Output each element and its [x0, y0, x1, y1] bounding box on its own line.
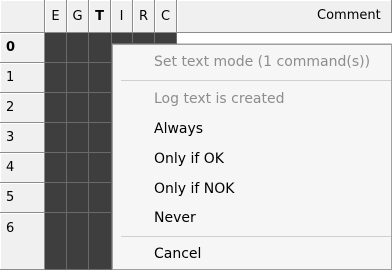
menu-item-never[interactable]: Never — [113, 204, 391, 232]
row-header-0[interactable]: 0 — [0, 33, 45, 63]
menu-item-always[interactable]: Always — [113, 115, 391, 143]
column-header-t-label: T — [95, 8, 104, 24]
grid-cell[interactable] — [89, 93, 112, 123]
grid-cell[interactable] — [89, 123, 112, 153]
corner-header[interactable] — [0, 0, 45, 33]
menu-item-cancel[interactable]: Cancel — [113, 240, 391, 268]
grid-cell[interactable] — [133, 33, 155, 44]
column-header-i[interactable]: I — [111, 0, 133, 33]
menu-item-only-if-nok[interactable]: Only if NOK — [113, 175, 391, 203]
menu-item-set-text-mode: Set text mode (1 command(s)) — [113, 48, 391, 76]
row-header-2-label: 2 — [6, 100, 15, 115]
column-header-comment-label: Comment — [317, 8, 381, 23]
row-header-1[interactable]: 1 — [0, 63, 45, 93]
menu-separator — [121, 80, 391, 81]
menu-item-only-if-ok[interactable]: Only if OK — [113, 145, 391, 173]
grid-cell[interactable] — [89, 153, 112, 183]
column-header-r-label: R — [138, 8, 149, 24]
column-header-comment[interactable]: Comment — [177, 0, 392, 33]
menu-item-always-label: Always — [154, 121, 204, 137]
menu-item-never-label: Never — [154, 210, 196, 226]
row-header-3[interactable]: 3 — [0, 123, 45, 153]
grid-cell[interactable] — [45, 33, 67, 63]
grid-cell[interactable] — [89, 33, 112, 63]
row-header-5[interactable]: 5 — [0, 183, 45, 213]
column-header-c-label: C — [160, 8, 171, 24]
grid-cell[interactable] — [45, 63, 67, 93]
row-header-4[interactable]: 4 — [0, 153, 45, 183]
menu-item-log-text-created: Log text is created — [113, 85, 391, 113]
column-header-t[interactable]: T — [89, 0, 111, 33]
column-header-g-label: G — [72, 8, 83, 24]
row-header-5-label: 5 — [6, 190, 15, 205]
grid-cell[interactable] — [89, 183, 112, 213]
column-header-e[interactable]: E — [45, 0, 67, 33]
grid-cell[interactable] — [67, 63, 89, 93]
column-header-r[interactable]: R — [133, 0, 155, 33]
menu-item-only-if-ok-label: Only if OK — [154, 151, 224, 167]
grid-cell[interactable] — [89, 63, 112, 93]
menu-separator — [121, 236, 391, 237]
text-mode-context-menu: Set text mode (1 command(s)) Log text is… — [112, 44, 392, 270]
grid-cell[interactable] — [67, 183, 89, 213]
grid-cell[interactable] — [45, 213, 67, 270]
comment-cell[interactable] — [177, 33, 392, 44]
row-header-3-label: 3 — [6, 130, 15, 145]
menu-item-only-if-nok-label: Only if NOK — [154, 181, 235, 197]
menu-item-cancel-label: Cancel — [154, 246, 202, 262]
row-header-0-label: 0 — [6, 40, 16, 55]
grid-cell[interactable] — [112, 33, 133, 44]
row-header-2[interactable]: 2 — [0, 93, 45, 123]
grid-cell[interactable] — [67, 213, 89, 270]
menu-item-log-text-created-label: Log text is created — [154, 91, 285, 107]
grid-cell[interactable] — [67, 123, 89, 153]
grid-cell[interactable] — [45, 123, 67, 153]
grid-cell[interactable] — [89, 213, 112, 270]
column-header-g[interactable]: G — [67, 0, 89, 33]
row-header-6[interactable]: 6 — [0, 213, 45, 270]
row-header-6-label: 6 — [6, 221, 15, 236]
grid-cell[interactable] — [45, 153, 67, 183]
grid-header-row: E G T I R C Comment — [0, 0, 392, 33]
grid-cell[interactable] — [155, 33, 177, 44]
grid-cell[interactable] — [67, 153, 89, 183]
row-header-4-label: 4 — [6, 160, 15, 175]
row-header-1-label: 1 — [6, 70, 15, 85]
grid-cell[interactable] — [45, 183, 67, 213]
menu-item-set-text-mode-label: Set text mode (1 command(s)) — [154, 54, 371, 70]
column-header-i-label: I — [119, 8, 124, 24]
grid-cell[interactable] — [45, 93, 67, 123]
grid-cell[interactable] — [67, 93, 89, 123]
column-header-c[interactable]: C — [155, 0, 177, 33]
grid-cell[interactable] — [67, 33, 89, 63]
column-header-e-label: E — [51, 8, 60, 24]
